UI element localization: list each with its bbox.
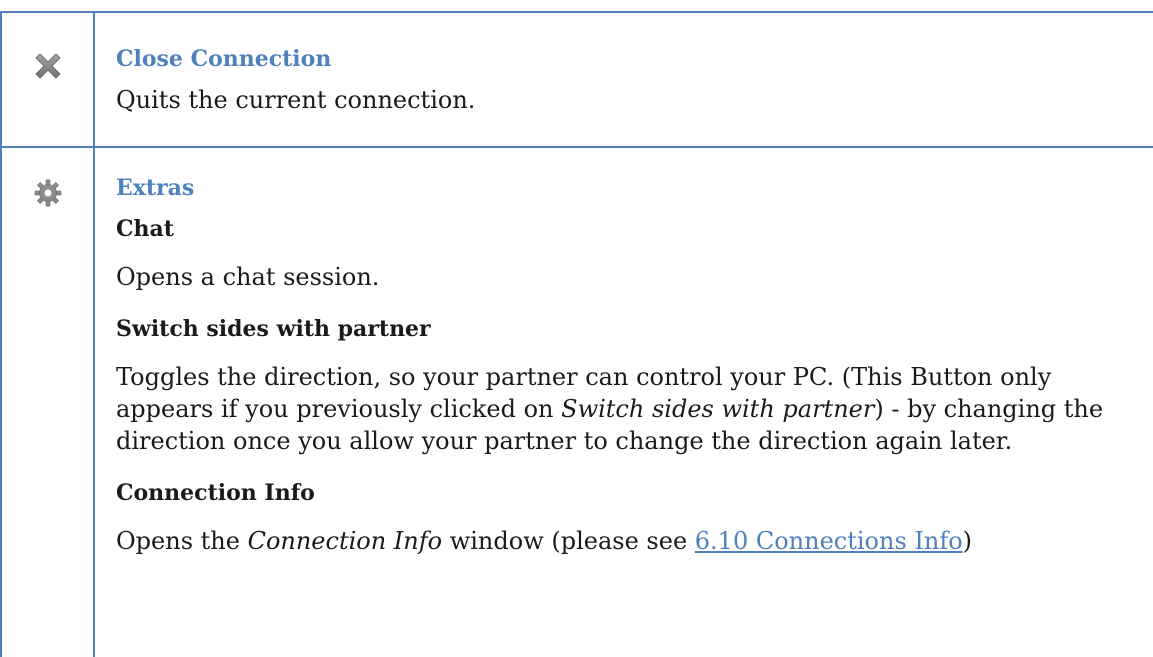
extras-title: Extras — [116, 175, 195, 201]
close-connection-content: Close Connection Quits the current conne… — [116, 42, 1126, 116]
switch-sides-title: Switch sides with partner — [116, 316, 431, 342]
connection-info-description: Opens the Connection Info window (please… — [116, 525, 1126, 557]
gear-icon — [30, 175, 66, 211]
table-row-close-connection: Close Connection Quits the current conne… — [0, 12, 1153, 147]
table-row-extras: Extras Chat Opens a chat session. Switch… — [0, 147, 1153, 657]
close-connection-description: Quits the current connection. — [116, 86, 476, 114]
connections-info-link[interactable]: 6.10 Connections Info — [695, 527, 963, 555]
chat-title: Chat — [116, 216, 174, 242]
extras-content: Extras Chat Opens a chat session. Switch… — [116, 171, 1126, 557]
switch-sides-desc-italic: Switch sides with partner — [561, 395, 875, 423]
switch-sides-description: Toggles the direction, so your partner c… — [116, 361, 1126, 457]
connection-info-desc-italic: Connection Info — [247, 527, 443, 555]
connection-info-desc-suffix: ) — [962, 527, 973, 555]
documentation-table: Close Connection Quits the current conne… — [0, 0, 1153, 657]
connection-info-desc-middle: window (please see — [442, 527, 695, 555]
connection-info-desc-prefix: Opens the — [116, 527, 248, 555]
close-x-icon — [30, 48, 66, 84]
connection-info-title: Connection Info — [116, 480, 315, 506]
close-connection-title: Close Connection — [116, 46, 332, 72]
chat-description: Opens a chat session. — [116, 263, 380, 291]
